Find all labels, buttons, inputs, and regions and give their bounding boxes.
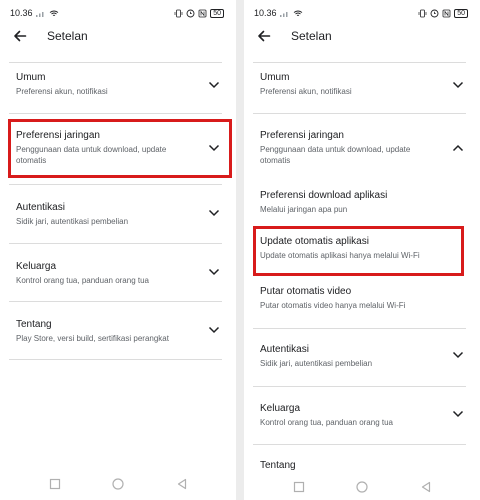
battery-level: 50 <box>213 9 221 17</box>
highlight-box <box>253 226 464 276</box>
back-arrow-icon[interactable] <box>12 28 28 44</box>
system-nav-bar <box>0 474 236 494</box>
divider <box>9 301 222 302</box>
status-time: 10.36 <box>10 8 33 18</box>
item-subtitle: Play Store, versi build, sertifikasi per… <box>16 334 169 343</box>
square-nav-icon[interactable] <box>48 477 62 491</box>
chevron-down-icon <box>452 410 464 418</box>
wifi-icon <box>49 10 58 16</box>
divider <box>253 328 466 329</box>
app-bar: Setelan <box>244 22 480 50</box>
divider <box>9 243 222 244</box>
chevron-down-icon <box>208 81 220 89</box>
status-bar: 10.36 50 <box>10 6 224 20</box>
settings-item-preferensi-jaringan[interactable]: Preferensi jaringan Penggunaan data untu… <box>253 122 466 172</box>
settings-item-tentang[interactable]: Tentang <box>253 454 466 471</box>
item-subtitle: Sidik jari, autentikasi pembelian <box>260 359 373 368</box>
chevron-down-icon <box>452 351 464 359</box>
status-time: 10.36 <box>254 8 277 18</box>
panel-separator <box>236 0 244 500</box>
item-title: Putar otomatis video <box>260 286 352 297</box>
battery-icon: 50 <box>210 8 224 18</box>
item-title: Autentikasi <box>16 202 65 213</box>
item-subtitle: Kontrol orang tua, panduan orang tua <box>16 276 149 285</box>
divider <box>9 62 222 63</box>
divider <box>9 184 222 185</box>
wifi-icon <box>293 10 302 16</box>
item-subtitle-line2: otomatis <box>260 156 291 165</box>
chevron-down-icon <box>208 326 220 334</box>
battery-level: 50 <box>457 9 465 17</box>
back-arrow-icon[interactable] <box>256 28 272 44</box>
circle-nav-icon[interactable] <box>111 477 125 491</box>
page-title: Setelan <box>47 29 88 43</box>
item-subtitle: Preferensi akun, notifikasi <box>16 87 108 96</box>
divider <box>253 386 466 387</box>
divider <box>9 359 222 360</box>
chevron-down-icon <box>208 209 220 217</box>
divider <box>253 444 466 445</box>
signal-icon <box>35 11 44 17</box>
battery-icon: 50 <box>454 8 468 18</box>
chevron-down-icon <box>452 81 464 89</box>
nfc-icon <box>442 9 451 17</box>
settings-subitem-putar-otomatis-video[interactable]: Putar otomatis video Putar otomatis vide… <box>253 280 466 318</box>
system-nav-bar <box>244 474 480 500</box>
item-title: Keluarga <box>16 261 57 272</box>
screen-left: 10.36 50 Setelan Umum Preferensi akun, n… <box>0 0 236 500</box>
settings-item-keluarga[interactable]: Keluarga Kontrol orang tua, panduan oran… <box>9 253 222 301</box>
settings-subitem-preferensi-download-aplikasi[interactable]: Preferensi download aplikasi Melalui jar… <box>253 184 466 220</box>
alarm-icon <box>430 9 439 17</box>
item-subtitle: Sidik jari, autentikasi pembelian <box>16 217 129 226</box>
item-title: Preferensi jaringan <box>260 130 344 141</box>
settings-item-autentikasi[interactable]: Autentikasi Sidik jari, autentikasi pemb… <box>9 194 222 242</box>
signal-icon <box>279 11 288 17</box>
triangle-back-nav-icon[interactable] <box>175 477 189 491</box>
item-subtitle: Kontrol orang tua, panduan orang tua <box>260 418 393 427</box>
highlight-box <box>8 119 232 178</box>
chevron-down-icon <box>208 268 220 276</box>
item-title: Tentang <box>16 319 52 330</box>
item-subtitle: Putar otomatis video hanya melalui Wi-Fi <box>260 301 406 310</box>
settings-item-autentikasi[interactable]: Autentikasi Sidik jari, autentikasi pemb… <box>253 336 466 384</box>
settings-item-keluarga[interactable]: Keluarga Kontrol orang tua, panduan oran… <box>253 395 466 443</box>
divider <box>9 113 222 114</box>
settings-item-umum[interactable]: Umum Preferensi akun, notifikasi <box>253 64 466 112</box>
item-subtitle-line1: Penggunaan data untuk download, update <box>260 145 411 154</box>
item-title: Umum <box>16 72 46 83</box>
item-subtitle: Melalui jaringan apa pun <box>260 205 348 214</box>
circle-nav-icon[interactable] <box>355 480 369 494</box>
square-nav-icon[interactable] <box>292 480 306 494</box>
vibrate-icon <box>418 9 427 17</box>
chevron-up-icon <box>452 144 464 152</box>
settings-item-tentang[interactable]: Tentang Play Store, versi build, sertifi… <box>9 311 222 359</box>
settings-item-umum[interactable]: Umum Preferensi akun, notifikasi <box>9 64 222 112</box>
item-subtitle: Preferensi akun, notifikasi <box>260 87 352 96</box>
divider <box>253 62 466 63</box>
alarm-icon <box>186 9 195 17</box>
item-title: Tentang <box>260 460 296 471</box>
vibrate-icon <box>174 9 183 17</box>
page-title: Setelan <box>291 29 332 43</box>
item-title: Keluarga <box>260 403 301 414</box>
item-title: Preferensi download aplikasi <box>260 190 388 201</box>
screen-right: 10.36 50 Setelan Umum Preferensi akun, n… <box>244 0 480 500</box>
status-bar: 10.36 50 <box>254 6 468 20</box>
item-title: Umum <box>260 72 290 83</box>
item-title: Autentikasi <box>260 344 309 355</box>
triangle-back-nav-icon[interactable] <box>419 480 433 494</box>
divider <box>253 113 466 114</box>
nfc-icon <box>198 9 207 17</box>
app-bar: Setelan <box>0 22 236 50</box>
